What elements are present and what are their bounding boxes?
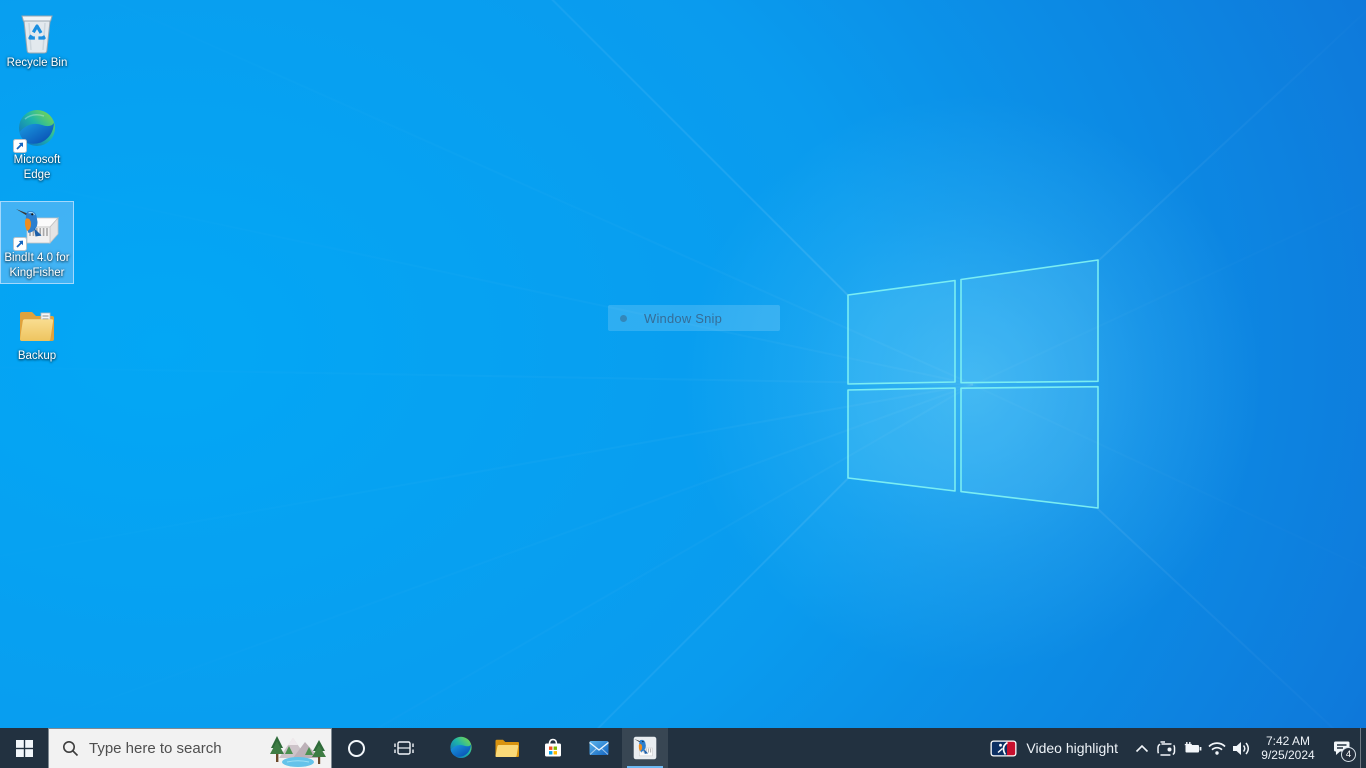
store-icon bbox=[545, 738, 561, 757]
recycle-bin-icon bbox=[21, 15, 53, 54]
desktop-icon-label: Microsoft bbox=[13, 154, 61, 166]
desktop-icon-label: Backup bbox=[17, 350, 57, 362]
taskbar: Video highlight bbox=[0, 728, 1366, 768]
edge-icon bbox=[450, 736, 472, 759]
network-button[interactable] bbox=[1204, 728, 1229, 768]
taskbar-app-bindit-kingfisher[interactable] bbox=[622, 728, 668, 768]
notification-badge: 4 bbox=[1341, 747, 1356, 762]
desktop-icon-microsoft-edge[interactable]: Microsoft Edge bbox=[0, 103, 74, 186]
system-tray: Video highlight 7:42 AM 9/25/2024 4 bbox=[981, 728, 1366, 768]
start-button[interactable] bbox=[0, 728, 48, 768]
wallpaper bbox=[0, 0, 1366, 768]
windows-logo bbox=[847, 259, 1099, 509]
clock-time: 7:42 AM bbox=[1265, 734, 1311, 748]
clock[interactable]: 7:42 AM 9/25/2024 bbox=[1254, 728, 1322, 768]
shortcut-arrow-icon bbox=[13, 237, 27, 251]
taskbar-apps bbox=[438, 728, 668, 768]
search-box[interactable] bbox=[48, 728, 332, 768]
mail-icon bbox=[589, 741, 609, 755]
desktop-icon-label: BindIt 4.0 for bbox=[4, 252, 70, 264]
volume-icon bbox=[1233, 741, 1249, 755]
show-desktop-button[interactable] bbox=[1360, 728, 1366, 768]
taskbar-app-mail[interactable] bbox=[576, 728, 622, 768]
mlb-icon bbox=[990, 740, 1017, 756]
action-center-button[interactable]: 4 bbox=[1322, 728, 1360, 768]
hidden-icons-button[interactable] bbox=[1129, 728, 1154, 768]
taskbar-app-store[interactable] bbox=[530, 728, 576, 768]
desktop[interactable]: Window Snip Recycle Bin Microsoft Edge B… bbox=[0, 0, 1366, 768]
desktop-icon-backup[interactable]: Backup bbox=[0, 299, 74, 367]
clock-date: 9/25/2024 bbox=[1261, 748, 1315, 762]
search-highlight-art bbox=[267, 730, 331, 768]
snip-ghost-label: Window Snip bbox=[644, 310, 723, 326]
cortana-button[interactable] bbox=[332, 728, 380, 768]
task-view-button[interactable] bbox=[380, 728, 428, 768]
start-icon bbox=[15, 739, 33, 757]
taskbar-app-file-explorer[interactable] bbox=[484, 728, 530, 768]
camera-tray-icon bbox=[1157, 740, 1176, 756]
chevron-up-icon bbox=[1135, 744, 1148, 752]
battery-charging-icon bbox=[1184, 742, 1201, 753]
folder-icon bbox=[20, 312, 54, 341]
search-input[interactable] bbox=[89, 740, 267, 757]
volume-button[interactable] bbox=[1229, 728, 1254, 768]
camera-tray-button[interactable] bbox=[1154, 728, 1179, 768]
snip-ghost-overlay: Window Snip bbox=[608, 305, 780, 331]
taskbar-app-edge[interactable] bbox=[438, 728, 484, 768]
news-widget-button[interactable]: Video highlight bbox=[981, 728, 1129, 768]
wifi-icon bbox=[1207, 742, 1226, 755]
bullet-icon bbox=[620, 314, 627, 322]
file-explorer-icon bbox=[495, 739, 519, 757]
battery-button[interactable] bbox=[1179, 728, 1204, 768]
kingfisher-icon bbox=[633, 736, 657, 760]
desktop-icon-label: Recycle Bin bbox=[6, 57, 68, 69]
desktop-icon-recycle-bin[interactable]: Recycle Bin bbox=[0, 6, 74, 74]
task-view-icon bbox=[394, 741, 414, 755]
shortcut-arrow-icon bbox=[13, 139, 27, 153]
search-icon bbox=[62, 740, 79, 757]
desktop-icon-label: Edge bbox=[23, 169, 51, 181]
desktop-icon-label: KingFisher bbox=[9, 267, 65, 279]
desktop-icon-bindit-kingfisher[interactable]: BindIt 4.0 for KingFisher bbox=[0, 201, 74, 284]
widget-label: Video highlight bbox=[1026, 740, 1118, 756]
cortana-icon bbox=[347, 739, 365, 757]
